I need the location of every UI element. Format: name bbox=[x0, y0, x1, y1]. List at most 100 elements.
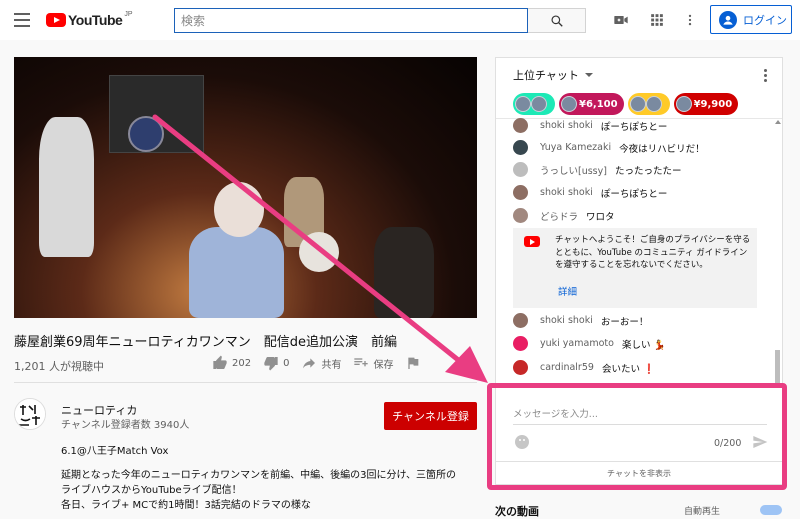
avatar[interactable] bbox=[513, 313, 528, 328]
channel-logo-icon bbox=[15, 399, 45, 429]
thumb-up-icon bbox=[213, 355, 227, 369]
create-video-icon[interactable] bbox=[612, 11, 630, 29]
chat-message[interactable]: shoki shoki ぽーちぽちとー bbox=[513, 185, 667, 200]
search-box bbox=[174, 8, 528, 33]
description-line: 6.1@八王子Match Vox bbox=[61, 446, 169, 457]
view-count: 1,201 人が視聴中 bbox=[14, 360, 104, 373]
avatar bbox=[629, 96, 646, 112]
performer-vocalist bbox=[189, 227, 284, 318]
super-chat-ticker-item[interactable] bbox=[513, 93, 555, 115]
more-vertical-icon[interactable] bbox=[681, 11, 699, 29]
avatar[interactable] bbox=[513, 185, 528, 200]
super-chat-ticker-item[interactable]: ¥6,100 bbox=[559, 93, 624, 115]
chat-message[interactable]: shoki shoki おーおー！ bbox=[513, 313, 648, 328]
chat-author[interactable]: うっしい[ussy] bbox=[540, 163, 607, 177]
like-button[interactable]: 202 bbox=[212, 355, 251, 371]
logo-region: JP bbox=[124, 10, 133, 18]
chat-author[interactable]: Yuya Kamezaki bbox=[540, 142, 611, 153]
channel-avatar[interactable] bbox=[14, 398, 46, 430]
chat-text: たったったたー bbox=[614, 165, 682, 177]
subscribe-button[interactable]: チャンネル登録 bbox=[384, 402, 477, 430]
login-button[interactable]: ログイン bbox=[710, 5, 792, 34]
playlist-add-icon bbox=[354, 358, 369, 367]
chat-author[interactable]: shoki shoki bbox=[540, 315, 593, 326]
youtube-logo[interactable]: YouTube JP bbox=[46, 10, 132, 30]
avatar bbox=[675, 96, 692, 112]
chat-message[interactable]: cardinalr59 会いたい ❗ bbox=[513, 360, 655, 375]
menu-icon[interactable] bbox=[14, 13, 30, 27]
autoplay-toggle[interactable] bbox=[760, 505, 782, 515]
report-button[interactable] bbox=[405, 355, 425, 371]
chat-mode-selector[interactable]: 上位チャット bbox=[513, 67, 579, 83]
like-count: 202 bbox=[232, 357, 252, 369]
search-button[interactable] bbox=[528, 8, 586, 33]
video-actions: 202 0 共有 保存 bbox=[212, 355, 437, 371]
share-icon bbox=[303, 358, 316, 369]
save-button[interactable]: 保存 bbox=[353, 355, 393, 371]
youtube-play-icon bbox=[46, 13, 66, 27]
avatar[interactable] bbox=[513, 118, 528, 133]
highlight-box bbox=[487, 383, 787, 490]
chat-text: おーおー！ bbox=[600, 316, 649, 328]
search-input[interactable] bbox=[175, 9, 527, 32]
super-chat-amount: ¥6,100 bbox=[579, 98, 618, 110]
chat-text: ぽーちぽちとー bbox=[600, 121, 668, 133]
search-icon bbox=[550, 14, 563, 27]
avatar bbox=[531, 96, 547, 112]
chat-author[interactable]: yuki yamamoto bbox=[540, 338, 614, 349]
bass-drum bbox=[299, 232, 339, 272]
chat-message[interactable]: Yuya Kamezaki 今夜はリハビリだ！ bbox=[513, 140, 705, 155]
video-player[interactable] bbox=[14, 57, 477, 318]
chat-author[interactable]: cardinalr59 bbox=[540, 362, 594, 373]
scroll-up-icon[interactable] bbox=[775, 120, 781, 124]
chat-text: 今夜はリハビリだ！ bbox=[619, 143, 705, 155]
divider bbox=[14, 382, 477, 383]
live-chat: 上位チャット ¥6,100 ¥9,900 shoki shoki ぽーちぽちとー Yu… bbox=[495, 57, 783, 390]
youtube-play-icon bbox=[524, 236, 540, 247]
chat-message[interactable]: うっしい[ussy] たったったたー bbox=[513, 162, 681, 177]
chat-author[interactable]: shoki shoki bbox=[540, 187, 593, 198]
stage-backdrop-image bbox=[109, 75, 204, 153]
dislike-count: 0 bbox=[283, 357, 290, 369]
performer-bassist bbox=[374, 227, 434, 318]
vocalist-head bbox=[214, 182, 264, 237]
chat-message[interactable]: shoki shoki ぽーちぽちとー bbox=[513, 118, 667, 133]
account-icon bbox=[719, 10, 737, 29]
chat-header: 上位チャット bbox=[496, 58, 782, 92]
avatar[interactable] bbox=[513, 208, 528, 223]
scrollbar-thumb[interactable] bbox=[775, 350, 780, 386]
avatar bbox=[515, 96, 531, 112]
video-description: 6.1@八王子Match Vox 延期となった今年のニューロティカワンマンを前編… bbox=[61, 444, 471, 513]
login-label: ログイン bbox=[743, 13, 787, 27]
chat-author[interactable]: shoki shoki bbox=[540, 120, 593, 131]
chat-message[interactable]: どらドラ ワロタ bbox=[513, 208, 615, 223]
share-button[interactable]: 共有 bbox=[301, 355, 341, 371]
more-vertical-icon[interactable] bbox=[764, 69, 768, 84]
avatar[interactable] bbox=[513, 140, 528, 155]
avatar[interactable] bbox=[513, 336, 528, 351]
super-chat-ticker-item[interactable]: ¥9,900 bbox=[673, 93, 739, 115]
description-line: 延期となった今年のニューロティカワンマンを前編、中編、後編の3回に分け、三箇所の bbox=[61, 470, 456, 481]
chat-text: ぽーちぽちとー bbox=[600, 188, 668, 200]
super-chat-ticker: ¥6,100 ¥9,900 bbox=[513, 93, 742, 115]
save-label: 保存 bbox=[373, 359, 394, 371]
chevron-down-icon[interactable] bbox=[584, 73, 593, 77]
description-line: ライブハウスからYouTubeライブ配信！ bbox=[61, 485, 242, 496]
masthead: YouTube JP ログイン bbox=[0, 0, 800, 40]
avatar bbox=[561, 96, 577, 112]
flag-icon bbox=[408, 357, 419, 369]
video-title: 藤屋創業69周年ニューロティカワンマン 配信de追加公演 前編 bbox=[14, 335, 398, 350]
super-chat-ticker-item[interactable] bbox=[627, 93, 670, 115]
avatar[interactable] bbox=[513, 162, 528, 177]
logo-text: YouTube bbox=[68, 12, 123, 28]
avatar[interactable] bbox=[513, 360, 528, 375]
learn-more-link[interactable]: 詳細 bbox=[558, 284, 577, 298]
apps-icon[interactable] bbox=[648, 11, 666, 29]
dislike-button[interactable]: 0 bbox=[263, 355, 289, 371]
subscriber-count: チャンネル登録者数 3940人 bbox=[61, 420, 190, 431]
chat-author[interactable]: どらドラ bbox=[540, 209, 578, 223]
chat-message[interactable]: yuki yamamoto 楽しい 💃 bbox=[513, 336, 665, 351]
chat-scrollbar[interactable] bbox=[773, 120, 782, 388]
up-next-heading: 次の動画 bbox=[495, 505, 539, 518]
chat-text: ワロタ bbox=[586, 211, 615, 223]
